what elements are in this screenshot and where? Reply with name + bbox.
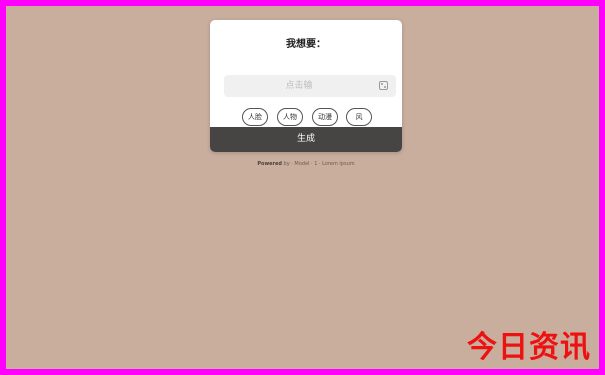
prompt-input[interactable] [224,75,374,97]
footer-rest: by · Model · 1 · Lorem ipsum [283,161,355,167]
prompt-input-box[interactable] [224,75,396,97]
watermark-logo: 今日资讯 [467,330,591,365]
footer-caption: Powered by · Model · 1 · Lorem ipsum [210,161,402,167]
dice-icon[interactable] [379,81,388,90]
generate-button[interactable]: 生成 [210,127,402,152]
prompt-dialog: 我想要： 人脸 人物 动漫 风 生成 [210,20,402,152]
footer-prefix: Powered [257,161,282,167]
chip-option-4[interactable]: 风 [346,108,372,126]
chip-option-1[interactable]: 人脸 [242,108,268,126]
option-chips: 人脸 人物 动漫 风 [242,108,372,126]
dialog-title: 我想要： [286,39,326,50]
chip-option-2[interactable]: 人物 [277,108,303,126]
chip-option-3[interactable]: 动漫 [312,108,338,126]
